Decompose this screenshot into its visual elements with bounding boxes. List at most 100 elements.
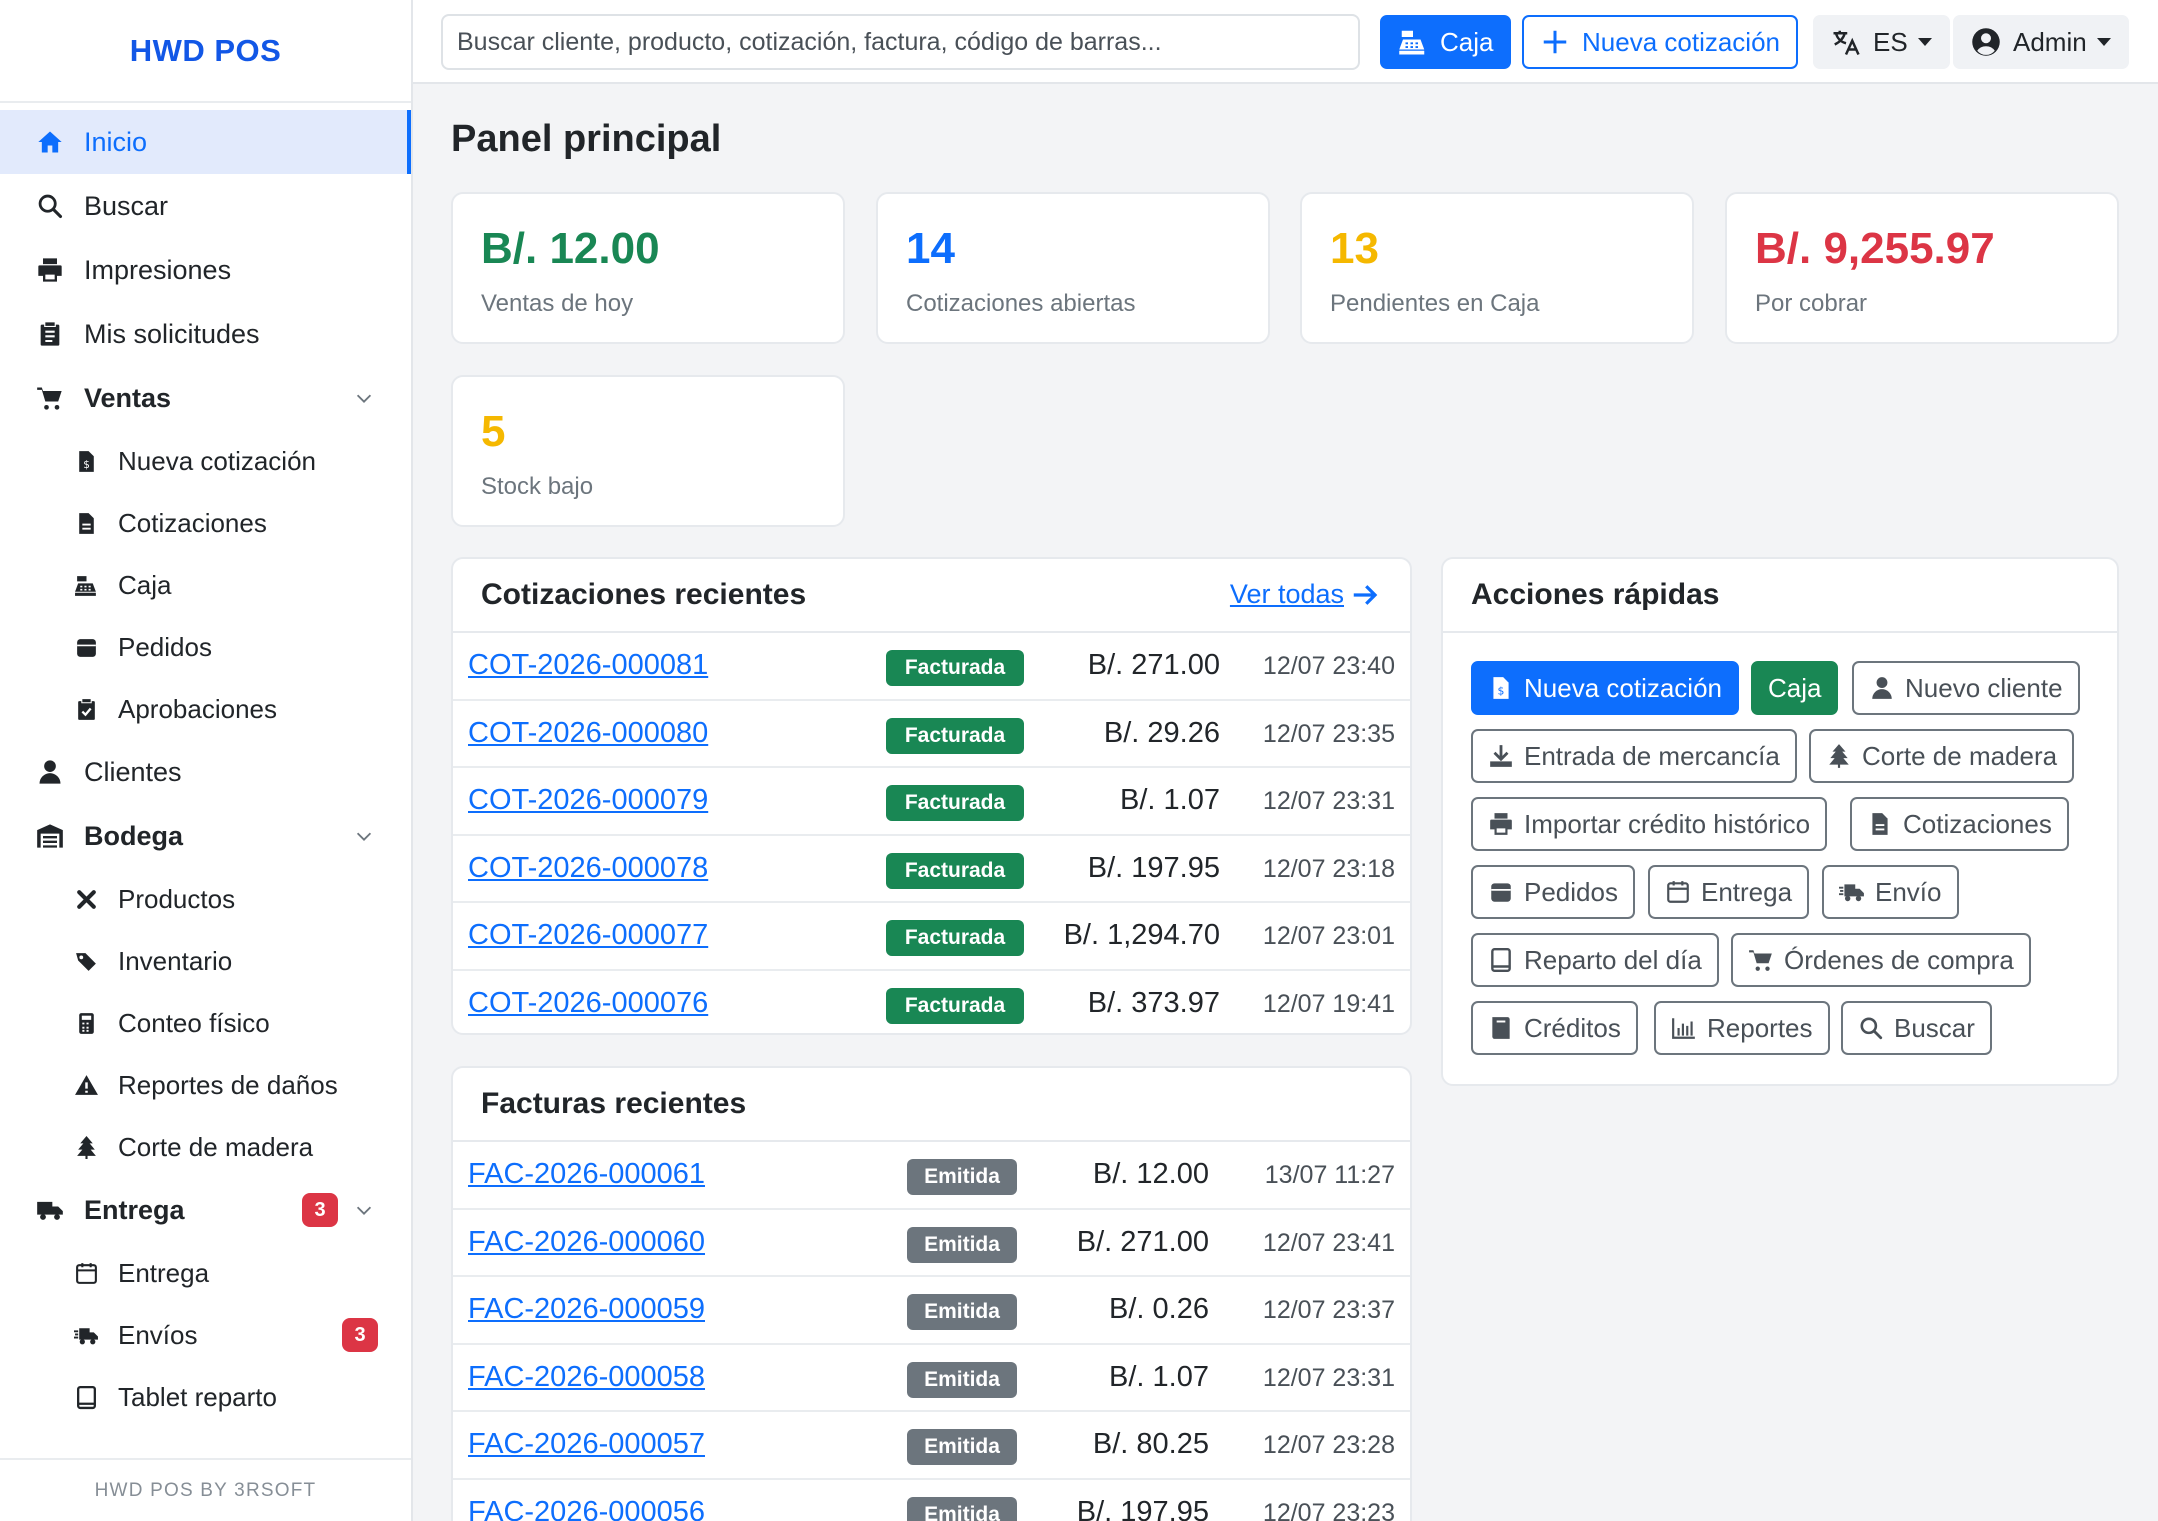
sidebar-item-tablet-reparto[interactable]: Tablet reparto <box>0 1366 411 1428</box>
sidebar-item-conteo-fisico[interactable]: Conteo físico <box>0 992 411 1054</box>
timestamp: 12/07 23:31 <box>1262 787 1395 816</box>
language-label: ES <box>1873 26 1908 57</box>
button-label: Entrega <box>1701 876 1793 907</box>
language-dropdown[interactable]: ES <box>1813 15 1950 69</box>
tree-icon <box>1829 744 1849 768</box>
status-badge: Facturada <box>886 785 1024 822</box>
sidebar-section-entrega[interactable]: Entrega 3 <box>0 1178 411 1242</box>
sidebar-item-label: Productos <box>118 883 236 914</box>
quote-link[interactable]: COT-2026-000081 <box>468 649 708 682</box>
sidebar-item-caja[interactable]: Caja <box>0 554 411 616</box>
sidebar-item-aprobaciones[interactable]: Aprobaciones <box>0 678 411 740</box>
user-circle-icon <box>1972 28 2000 56</box>
caja-button[interactable]: Caja <box>1380 15 1512 69</box>
sidebar-item-nueva-cotizacion[interactable]: $ Nueva cotización <box>0 430 411 492</box>
sidebar-item-productos[interactable]: Productos <box>0 868 411 930</box>
quick-reportes-button[interactable]: Reportes <box>1654 1001 1830 1055</box>
quick-corte-madera-button[interactable]: Corte de madera <box>1809 729 2075 783</box>
timestamp: 12/07 23:35 <box>1262 719 1395 748</box>
invoice-link[interactable]: FAC-2026-000058 <box>468 1361 705 1394</box>
sidebar-nav: Inicio Buscar Impresiones Mis solicitude… <box>0 110 411 1428</box>
sidebar-item-inventario[interactable]: Inventario <box>0 930 411 992</box>
invoice-link[interactable]: FAC-2026-000061 <box>468 1158 705 1191</box>
chevron-down-icon[interactable] <box>353 1199 375 1221</box>
chevron-down-icon[interactable] <box>353 825 375 847</box>
quote-link[interactable]: COT-2026-000077 <box>468 919 708 952</box>
sidebar-item-label: Pedidos <box>118 631 212 662</box>
sidebar-item-mis-solicitudes[interactable]: Mis solicitudes <box>0 302 411 366</box>
box-icon <box>72 633 100 661</box>
quick-creditos-button[interactable]: Créditos <box>1471 1001 1638 1055</box>
quick-cotizaciones-button[interactable]: Cotizaciones <box>1850 797 2069 851</box>
user-icon <box>34 756 66 788</box>
table-row: COT-2026-000080 Facturada B/. 29.26 12/0… <box>453 701 1410 769</box>
page-title: Panel principal <box>451 118 722 160</box>
quick-caja-button[interactable]: Caja <box>1751 661 1839 715</box>
box-icon <box>1491 883 1511 902</box>
quick-entrega-button[interactable]: Entrega <box>1648 865 1810 919</box>
sidebar-item-envios[interactable]: Envíos 3 <box>0 1304 411 1366</box>
button-label: Envío <box>1875 876 1942 907</box>
sidebar-item-label: Corte de madera <box>118 1131 314 1162</box>
invoice-link[interactable]: FAC-2026-000059 <box>468 1293 705 1326</box>
amount: B/. 271.00 <box>1076 1225 1209 1258</box>
sidebar-section-ventas[interactable]: Ventas <box>0 366 411 430</box>
quick-entrada-mercancia-button[interactable]: Entrada de mercancía <box>1471 729 1797 783</box>
stat-card-por-cobrar[interactable]: B/. 9,255.97 Por cobrar <box>1725 192 2119 344</box>
recent-quotes-header: Cotizaciones recientes Ver todas <box>453 559 1410 633</box>
nueva-cotizacion-button[interactable]: Nueva cotización <box>1522 15 1798 69</box>
amount: B/. 29.26 <box>1103 716 1220 749</box>
user-menu-dropdown[interactable]: Admin <box>1953 15 2129 69</box>
sidebar-section-bodega[interactable]: Bodega <box>0 804 411 868</box>
quick-buscar-button[interactable]: Buscar <box>1841 1001 1992 1055</box>
quote-link[interactable]: COT-2026-000078 <box>468 852 708 885</box>
stat-card-cotizaciones-abiertas[interactable]: 14 Cotizaciones abiertas <box>876 192 1270 344</box>
sidebar-item-label: Entrega <box>118 1257 210 1288</box>
quote-link[interactable]: COT-2026-000080 <box>468 717 708 750</box>
quick-envio-button[interactable]: Envío <box>1822 865 1959 919</box>
invoice-link[interactable]: FAC-2026-000060 <box>468 1226 705 1259</box>
quick-nueva-cotizacion-button[interactable]: $ Nueva cotización <box>1471 661 1739 715</box>
table-row: COT-2026-000081 Facturada B/. 271.00 12/… <box>453 633 1410 701</box>
button-label: Órdenes de compra <box>1784 944 2014 975</box>
button-label: Importar crédito histórico <box>1524 808 1811 839</box>
quote-link[interactable]: COT-2026-000079 <box>468 784 708 817</box>
sidebar-section-label: Bodega <box>84 820 184 851</box>
quick-pedidos-button[interactable]: Pedidos <box>1471 865 1635 919</box>
sidebar-item-cotizaciones[interactable]: Cotizaciones <box>0 492 411 554</box>
sidebar-item-impresiones[interactable]: Impresiones <box>0 238 411 302</box>
global-search-input[interactable] <box>441 14 1360 70</box>
user-name: Admin <box>2013 26 2087 57</box>
chevron-down-icon[interactable] <box>353 387 375 409</box>
tools-icon <box>72 885 100 913</box>
quick-reparto-dia-button[interactable]: Reparto del día <box>1471 933 1719 987</box>
svg-text:$: $ <box>83 458 90 470</box>
sidebar-item-inicio[interactable]: Inicio <box>0 110 411 174</box>
quick-ordenes-compra-button[interactable]: Órdenes de compra <box>1731 933 2031 987</box>
sidebar-item-label: Conteo físico <box>118 1007 270 1038</box>
quick-nuevo-cliente-button[interactable]: Nuevo cliente <box>1852 661 2080 715</box>
sidebar-item-pedidos[interactable]: Pedidos <box>0 616 411 678</box>
sidebar-item-entrega[interactable]: Entrega <box>0 1242 411 1304</box>
stat-card-ventas-hoy[interactable]: B/. 12.00 Ventas de hoy <box>451 192 845 344</box>
invoice-link[interactable]: FAC-2026-000056 <box>468 1496 705 1521</box>
invoice-link[interactable]: FAC-2026-000057 <box>468 1428 705 1461</box>
file-icon <box>1872 813 1888 835</box>
ver-todas-link[interactable]: Ver todas <box>1230 579 1380 610</box>
sidebar-footer: HWD POS BY 3RSOFT <box>0 1458 411 1521</box>
quick-importar-credito-button[interactable]: Importar crédito histórico <box>1471 797 1828 851</box>
stat-card-stock-bajo[interactable]: 5 Stock bajo <box>451 375 845 527</box>
calendar-icon <box>72 1259 100 1287</box>
entrega-count-badge: 3 <box>302 1193 338 1227</box>
status-badge: Facturada <box>886 650 1024 686</box>
quote-link[interactable]: COT-2026-000076 <box>468 987 708 1020</box>
stat-value: B/. 9,255.97 <box>1755 224 1995 273</box>
sidebar-item-reportes-danos[interactable]: Reportes de daños <box>0 1054 411 1116</box>
stat-value: 5 <box>481 407 506 456</box>
sidebar-item-clientes[interactable]: Clientes <box>0 740 411 804</box>
sidebar-item-corte-madera[interactable]: Corte de madera <box>0 1116 411 1178</box>
stat-card-pendientes-caja[interactable]: 13 Pendientes en Caja <box>1300 192 1694 344</box>
sidebar: HWD POS Inicio Buscar Impresiones Mis so… <box>0 0 413 1521</box>
sidebar-item-buscar[interactable]: Buscar <box>0 174 411 238</box>
brand-logo[interactable]: HWD POS <box>0 0 411 103</box>
